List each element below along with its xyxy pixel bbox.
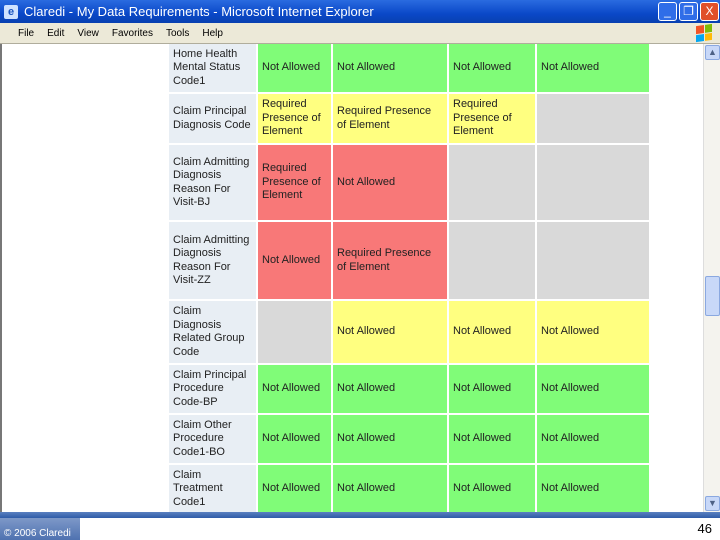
row-label: Claim Treatment Code1 <box>169 465 256 512</box>
requirement-cell: Required Presence of Element <box>258 94 331 143</box>
requirement-cell: Not Allowed <box>449 465 535 512</box>
requirement-cell: Not Allowed <box>333 145 447 220</box>
requirement-cell: Not Allowed <box>258 44 331 92</box>
table-row: Claim Other Procedure Code1-BO Not Allowe… <box>169 415 649 463</box>
page-number: 46 <box>697 521 712 536</box>
requirement-cell: Not Allowed <box>449 415 535 463</box>
table-row: Claim Treatment Code1 Not Allowed Not Allo… <box>169 465 649 512</box>
requirement-cell: Not Allowed <box>449 301 535 363</box>
row-label: Claim Other Procedure Code1-BO <box>169 415 256 463</box>
restore-button[interactable]: ❐ <box>679 2 698 21</box>
requirement-cell <box>449 145 535 220</box>
requirement-cell: Not Allowed <box>537 44 649 92</box>
table-row: Claim Admitting Diagnosis Reason For Vis… <box>169 222 649 299</box>
requirement-cell <box>258 301 331 363</box>
row-label: Claim Principal Procedure Code-BP <box>169 365 256 413</box>
slide-band <box>0 512 720 518</box>
requirement-cell: Not Allowed <box>537 465 649 512</box>
title-bar: e Claredi - My Data Requirements - Micro… <box>0 0 720 23</box>
requirement-cell: Required Presence of Element <box>333 222 447 299</box>
windows-logo-icon <box>696 23 712 43</box>
requirement-cell <box>449 222 535 299</box>
requirement-cell: Not Allowed <box>449 44 535 92</box>
requirements-table: Home Health Mental Status Code1 Not Allow… <box>167 44 651 512</box>
requirement-cell: Not Allowed <box>333 44 447 92</box>
requirement-cell: Required Presence of Element <box>333 94 447 143</box>
requirement-cell: Not Allowed <box>537 415 649 463</box>
requirement-cell: Required Presence of Element <box>258 145 331 220</box>
menu-view[interactable]: View <box>77 28 99 39</box>
row-label: Claim Admitting Diagnosis Reason For Vis… <box>169 145 256 220</box>
ie-icon: e <box>4 4 18 19</box>
table-row: Claim Diagnosis Related Group Code Not Al… <box>169 301 649 363</box>
menu-favorites[interactable]: Favorites <box>112 28 153 39</box>
scroll-down-button[interactable]: ▼ <box>705 496 720 511</box>
requirement-cell: Not Allowed <box>258 222 331 299</box>
row-label: Home Health Mental Status Code1 <box>169 44 256 92</box>
requirement-cell: Not Allowed <box>333 465 447 512</box>
menu-bar: File Edit View Favorites Tools Help <box>0 23 720 44</box>
requirement-cell: Not Allowed <box>258 415 331 463</box>
requirement-cell: Not Allowed <box>333 415 447 463</box>
menu-edit[interactable]: Edit <box>47 28 64 39</box>
window-title: Claredi - My Data Requirements - Microso… <box>24 4 374 19</box>
minimize-button[interactable]: _ <box>658 2 677 21</box>
table-row: Claim Admitting Diagnosis Reason For Vis… <box>169 145 649 220</box>
close-button[interactable]: X <box>700 2 719 21</box>
row-label: Claim Principal Diagnosis Code <box>169 94 256 143</box>
scroll-up-button[interactable]: ▲ <box>705 45 720 60</box>
table-row: Claim Principal Diagnosis Code Required P… <box>169 94 649 143</box>
requirement-cell: Required Presence of Element <box>449 94 535 143</box>
page-content: Home Health Mental Status Code1 Not Allow… <box>0 44 703 512</box>
requirement-cell: Not Allowed <box>333 301 447 363</box>
menu-help[interactable]: Help <box>202 28 223 39</box>
requirement-cell: Not Allowed <box>537 365 649 413</box>
row-label: Claim Admitting Diagnosis Reason For Vis… <box>169 222 256 299</box>
requirement-cell <box>537 145 649 220</box>
requirement-cell <box>537 94 649 143</box>
table-row: Home Health Mental Status Code1 Not Allow… <box>169 44 649 92</box>
vertical-scrollbar[interactable]: ▲ ▼ <box>703 44 720 512</box>
requirement-cell <box>537 222 649 299</box>
requirement-cell: Not Allowed <box>333 365 447 413</box>
requirement-cell: Not Allowed <box>258 365 331 413</box>
scroll-thumb[interactable] <box>705 276 720 316</box>
row-label: Claim Diagnosis Related Group Code <box>169 301 256 363</box>
menu-file[interactable]: File <box>18 28 34 39</box>
copyright: © 2006 Claredi <box>0 518 80 540</box>
requirement-cell: Not Allowed <box>449 365 535 413</box>
menu-tools[interactable]: Tools <box>166 28 189 39</box>
requirement-cell: Not Allowed <box>537 301 649 363</box>
table-row: Claim Principal Procedure Code-BP Not All… <box>169 365 649 413</box>
requirement-cell: Not Allowed <box>258 465 331 512</box>
